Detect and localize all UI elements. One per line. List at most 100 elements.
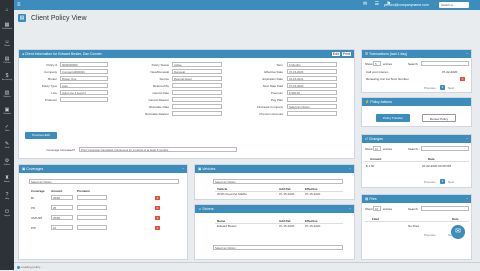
show-label: Show xyxy=(365,147,373,151)
sidebar-item-reports[interactable]: ▥ Reports xyxy=(0,87,14,103)
previous-link[interactable]: Previous xyxy=(424,86,436,90)
print-button[interactable]: Print xyxy=(341,52,351,56)
switch-select[interactable]: Switch to... xyxy=(439,2,469,8)
chat-bubble-icon[interactable]: ✉ xyxy=(451,225,465,239)
vehicle-select[interactable]: Select an Option xyxy=(213,179,343,184)
sidebar-item-home[interactable]: ⌂ xyxy=(0,2,14,18)
driver-select[interactable]: Select an Option xyxy=(213,245,343,250)
collapse-icon[interactable]: − xyxy=(466,195,468,203)
collapse-icon[interactable]: − xyxy=(466,135,468,143)
sidebar-item-label: Help xyxy=(4,198,10,200)
field-label: Line xyxy=(51,91,57,95)
coverage-premium-input[interactable] xyxy=(77,215,107,220)
field-input[interactable]: Auto Line 1 Level 2 xyxy=(60,90,108,95)
previous-edit-button[interactable]: Previous Edit xyxy=(25,132,57,139)
sidebar-item-calendar[interactable]: ▣ Calendar xyxy=(0,104,14,120)
field-input[interactable] xyxy=(60,97,108,102)
coverage-premium-input[interactable] xyxy=(77,195,107,200)
sidebar-item-label: Admin xyxy=(4,181,10,183)
delete-icon[interactable]: ✕ xyxy=(155,215,160,220)
previous-link[interactable]: Previous xyxy=(424,233,436,237)
show-entries-select[interactable]: 10 xyxy=(373,146,381,151)
previous-link[interactable]: Previous xyxy=(424,180,436,184)
field-input[interactable]: 0000000000 xyxy=(60,62,108,67)
page-1-button[interactable]: 1 xyxy=(440,85,445,90)
changes-title: Changes xyxy=(368,137,383,141)
delete-icon[interactable]: ✕ xyxy=(155,225,160,230)
sidebar-item-tasks[interactable]: ✓ Tasks xyxy=(0,121,14,137)
collapse-icon[interactable]: − xyxy=(349,165,351,173)
sidebar-item-utilities[interactable]: ⚙ Utilities xyxy=(0,155,14,171)
search-input[interactable] xyxy=(421,61,469,66)
collapse-icon[interactable]: − xyxy=(182,165,184,173)
field-input[interactable]: $ 500.00 xyxy=(287,90,337,95)
field-input[interactable]: 6 Months xyxy=(287,62,337,67)
driver-effective: 07-15-2020 xyxy=(305,224,321,228)
search-label: Search: xyxy=(408,147,419,151)
next-link[interactable]: Next xyxy=(448,180,454,184)
field-input[interactable]: Renewal xyxy=(172,69,222,74)
drivers-title: Drivers xyxy=(202,207,214,211)
entries-label: entries xyxy=(383,62,393,66)
field-input[interactable]: Auto xyxy=(60,83,108,88)
sidebar-item-policies[interactable]: ▤ Policies xyxy=(0,53,14,69)
driver-name[interactable]: Edward Bester xyxy=(217,224,237,228)
user-email[interactable]: person@companyname.com xyxy=(384,3,429,7)
renew-policy-button[interactable]: Renew Policy xyxy=(422,114,456,122)
field-label: Premium Account xyxy=(259,112,283,116)
show-entries-select[interactable]: 10 xyxy=(373,206,381,211)
field-input[interactable] xyxy=(172,90,222,95)
vehicle-name[interactable]: 2018 Chevrolet Malibu xyxy=(217,192,247,196)
collapse-icon[interactable]: − xyxy=(466,50,468,58)
field-input[interactable] xyxy=(172,97,222,102)
field-input[interactable] xyxy=(287,111,337,116)
field-input[interactable] xyxy=(287,97,337,102)
search-input[interactable] xyxy=(421,206,469,211)
policy-transfer-button[interactable]: Policy Transfer xyxy=(376,114,410,122)
field-input[interactable] xyxy=(172,83,222,88)
sidebar-item-admin[interactable]: ♜ Admin xyxy=(0,172,14,188)
sidebar-item-logout[interactable]: ⏻ Logout xyxy=(0,206,14,222)
sidebar-item-accounting[interactable]: $ Accounting xyxy=(0,70,14,86)
field-input[interactable]: 07-15-2020 xyxy=(287,69,337,74)
delete-icon[interactable]: ✕ xyxy=(460,77,465,81)
field-input[interactable] xyxy=(172,111,222,116)
transactions-panel: ☰ Transactions (last 1 day) − Show 5 entr… xyxy=(361,49,472,93)
edit-button[interactable]: Edit xyxy=(331,52,340,56)
driver-adddel: 07-15-2020 xyxy=(279,224,295,228)
coverage-select[interactable]: Prior Coverage Cancelled /continuous for… xyxy=(79,147,237,152)
coverage-amount-select[interactable]: 25/50 xyxy=(51,215,73,220)
sidebar-item-dashboard[interactable]: ▦ Dashboard xyxy=(0,19,14,35)
sidebar-item-tools[interactable]: ✎ Tools xyxy=(0,138,14,154)
field-input[interactable]: Referral Agent xyxy=(172,76,222,81)
home-icon: ⌂ xyxy=(5,6,9,13)
field-input[interactable]: Select an Option xyxy=(287,104,337,109)
field-input[interactable]: 01-15-2021 xyxy=(287,76,337,81)
sidebar-item-clients[interactable]: ☺ Clients xyxy=(0,36,14,52)
coverage-premium-input[interactable] xyxy=(77,225,107,230)
vehicles-panel: ▣ Vehicles − Select an Option Vehicle Add… xyxy=(194,164,355,200)
delete-icon[interactable]: ✕ xyxy=(155,205,160,210)
field-input[interactable] xyxy=(172,104,222,109)
page-1-button[interactable]: 1 xyxy=(440,179,445,184)
next-link[interactable]: Next xyxy=(448,86,454,90)
field-label: Cancel Date xyxy=(152,91,169,95)
coverage-amount-select[interactable]: 10 xyxy=(51,225,73,230)
field-input[interactable]: Active xyxy=(172,62,222,67)
field-input[interactable]: Company0000001 xyxy=(60,69,108,74)
search-input[interactable] xyxy=(421,146,469,151)
field-input[interactable]: 07-15-2020 xyxy=(287,83,337,88)
hamburger-menu-icon[interactable]: ≡ xyxy=(17,2,21,8)
field-label: Effective Date xyxy=(264,70,283,74)
show-entries-select[interactable]: 5 xyxy=(373,61,381,66)
delete-icon[interactable]: ✕ xyxy=(155,195,160,200)
sidebar-item-help[interactable]: ? Help xyxy=(0,189,14,205)
field-input[interactable]: Broker One xyxy=(60,76,108,81)
coverage-premium-input[interactable] xyxy=(77,205,107,210)
coverage-amount-select[interactable]: 25 xyxy=(51,205,73,210)
coverage-type-select[interactable]: Select an Option xyxy=(29,179,179,184)
collapse-icon[interactable]: − xyxy=(349,205,351,213)
sidebar-item-label: Logout xyxy=(3,215,11,217)
field-label: Cancel Reason xyxy=(148,98,169,102)
coverage-amount-select[interactable]: 25/50 xyxy=(51,195,73,200)
